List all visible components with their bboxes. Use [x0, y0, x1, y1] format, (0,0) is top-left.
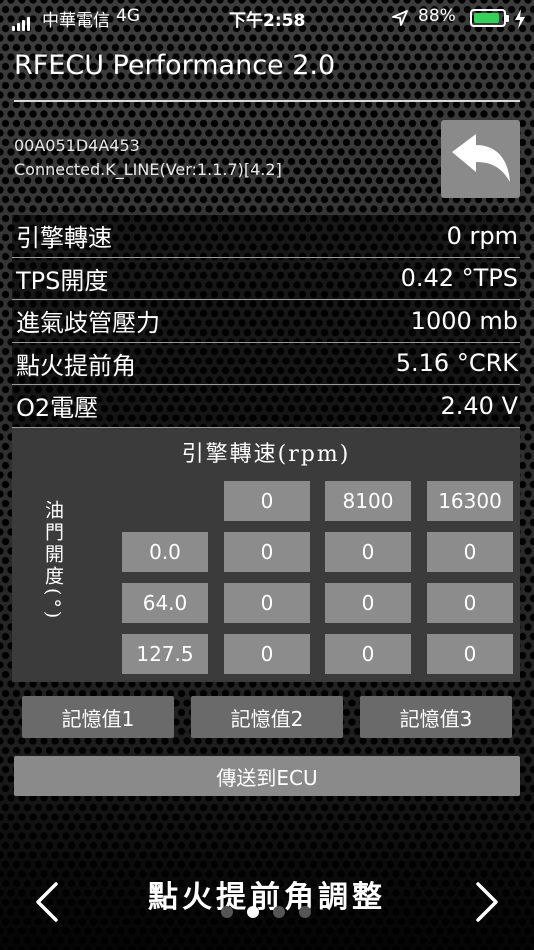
reading-value: 2.40 V — [440, 391, 518, 420]
location-arrow-icon — [392, 10, 408, 26]
page-dot[interactable] — [299, 906, 311, 918]
map-cell[interactable]: 0 — [224, 532, 310, 572]
battery-icon — [470, 9, 509, 27]
map-y-axis-label: 油門開度(°) — [42, 500, 64, 622]
map-cell[interactable]: 0 — [427, 532, 513, 572]
memory-1-button[interactable]: 記憶值1 — [22, 696, 174, 738]
reading-value: 0.42 °TPS — [400, 264, 518, 293]
rpm-column-header[interactable]: 0 — [224, 481, 310, 521]
reading-manifold-pressure: 進氣歧管壓力 1000 mb — [12, 300, 520, 343]
status-time: 下午2:58 — [229, 11, 306, 31]
charging-bolt-icon — [515, 9, 525, 29]
map-cell[interactable]: 0 — [325, 532, 411, 572]
map-cell[interactable]: 0 — [325, 583, 411, 623]
reading-value: 1000 mb — [410, 306, 518, 335]
reading-label: O2電壓 — [16, 394, 99, 423]
throttle-row-header[interactable]: 64.0 — [122, 583, 208, 623]
app-title: RFECU Performance 2.0 — [14, 50, 336, 81]
title-divider — [14, 100, 520, 102]
memory-2-button[interactable]: 記憶值2 — [191, 696, 343, 738]
map-cell[interactable]: 0 — [325, 634, 411, 674]
signal-icon — [12, 12, 32, 31]
status-bar: 中華電信 4G 下午2:58 88% — [0, 0, 534, 36]
reading-value: 5.16 °CRK — [395, 349, 518, 378]
map-cell[interactable]: 0 — [224, 583, 310, 623]
throttle-row-header[interactable]: 127.5 — [122, 634, 208, 674]
reading-label: 點火提前角 — [16, 351, 136, 380]
battery-percent: 88% — [418, 6, 456, 26]
send-to-ecu-button[interactable]: 傳送到ECU — [14, 756, 520, 796]
map-title: 引擎轉速(rpm) — [181, 442, 351, 467]
map-cell[interactable]: 0 — [224, 634, 310, 674]
back-arrow-icon — [451, 134, 510, 182]
reading-rpm: 引擎轉速 0 rpm — [12, 215, 520, 258]
back-button[interactable] — [441, 120, 520, 198]
network-type: 4G — [116, 6, 140, 26]
page-dot[interactable] — [273, 906, 285, 918]
reading-ignition-advance: 點火提前角 5.16 °CRK — [12, 342, 520, 385]
throttle-row-header[interactable]: 0.0 — [122, 532, 208, 572]
memory-3-button[interactable]: 記憶值3 — [360, 696, 512, 738]
map-cell[interactable]: 0 — [427, 583, 513, 623]
rpm-column-header[interactable]: 8100 — [325, 481, 411, 521]
page-dot[interactable] — [247, 906, 259, 918]
rpm-column-header[interactable]: 16300 — [427, 481, 513, 521]
reading-o2-voltage: O2電壓 2.40 V — [12, 385, 520, 428]
page-indicator[interactable] — [0, 906, 534, 920]
page-dot[interactable] — [221, 906, 233, 918]
connection-status: Connected.K_LINE(Ver:1.1.7)[4.2] — [14, 160, 282, 179]
carrier-name: 中華電信 — [42, 11, 110, 31]
reading-label: TPS開度 — [16, 266, 109, 295]
reading-label: 進氣歧管壓力 — [16, 309, 160, 338]
battery-fill — [474, 13, 499, 23]
reading-tps: TPS開度 0.42 °TPS — [12, 257, 520, 300]
map-cell[interactable]: 0 — [427, 634, 513, 674]
readings-table: 引擎轉速 0 rpm TPS開度 0.42 °TPS 進氣歧管壓力 1000 m… — [12, 215, 520, 428]
reading-label: 引擎轉速 — [16, 224, 112, 253]
device-id: 00A051D4A453 — [14, 136, 140, 155]
reading-value: 0 rpm — [446, 221, 518, 250]
